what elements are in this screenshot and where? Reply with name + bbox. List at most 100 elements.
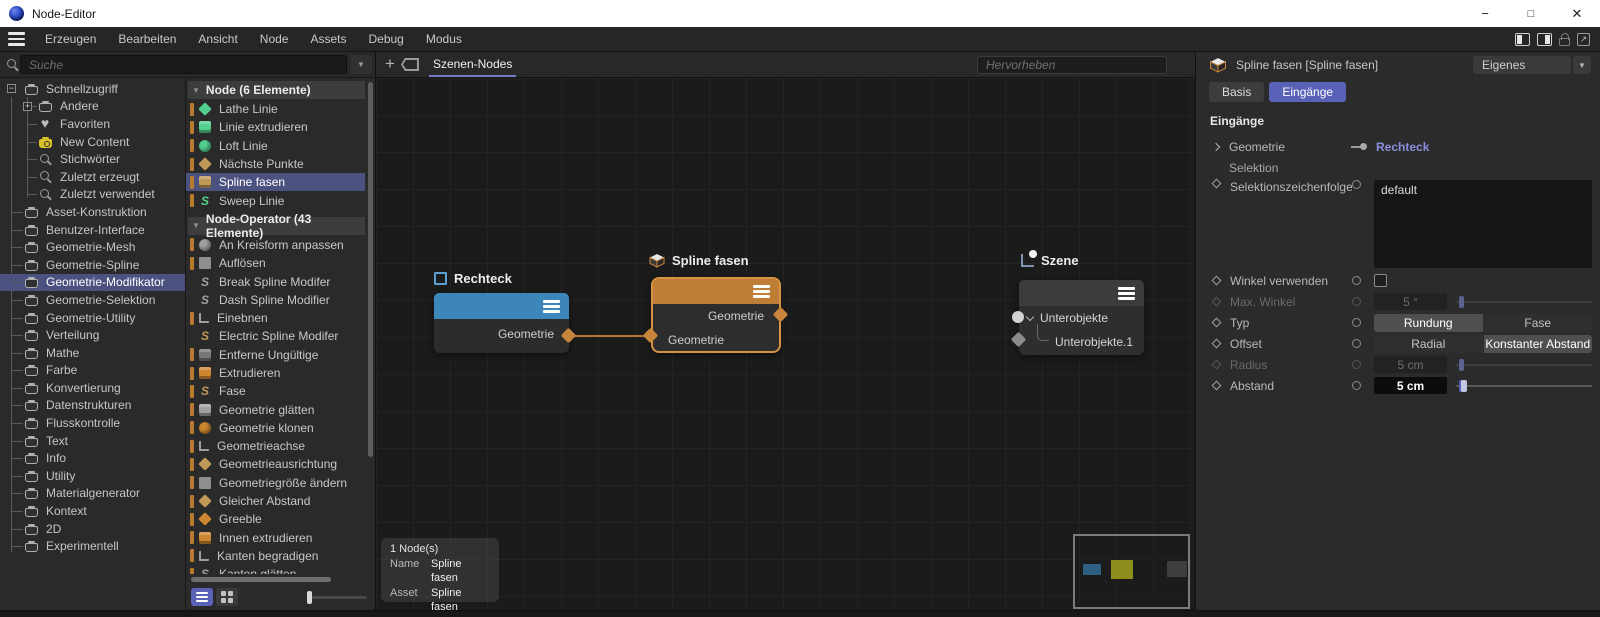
library-item-aufl-sen[interactable]: Auflösen [186,254,365,272]
library-item-spline-fasen[interactable]: Spline fasen [186,173,365,191]
node-menu-icon[interactable] [543,300,560,313]
tab-szenen-nodes[interactable]: Szenen-Nodes [429,52,516,77]
library-item-kanten-gl-tten[interactable]: SKanten glätten [186,565,365,574]
node-tag-icon[interactable] [401,58,419,71]
menu-assets[interactable]: Assets [299,27,357,51]
sidebar-item-datenstrukturen[interactable]: Datenstrukturen [0,397,185,415]
node-rechteck[interactable]: Geometrie [434,293,569,353]
minimap[interactable] [1073,534,1190,609]
sidebar-item-kontext[interactable]: Kontext [0,502,185,520]
node-spline-fasen[interactable]: Geometrie Geometrie [651,277,781,353]
segment-option-radial[interactable]: Radial [1374,335,1483,353]
popout-icon[interactable]: ↗ [1577,33,1590,46]
sidebar-item-benutzer-interface[interactable]: Benutzer-Interface [0,221,185,239]
library-item-greeble[interactable]: Greeble [186,510,365,528]
sidebar-item-konvertierung[interactable]: Konvertierung [0,379,185,397]
slider-radius[interactable] [1456,364,1592,366]
sidebar-item-geometrie-spline[interactable]: Geometrie-Spline [0,256,185,274]
sidebar-item-geometrie-modifikator[interactable]: Geometrie-Modifikator [0,274,185,292]
menu-bearbeiten[interactable]: Bearbeiten [107,27,187,51]
library-item-break-spline-modifer[interactable]: SBreak Spline Modifer [186,272,365,290]
sidebar-item-info[interactable]: Info [0,449,185,467]
library-item-geometriegr-e-ndern[interactable]: Geometriegröße ändern [186,474,365,492]
search-options-button[interactable]: ▼ [350,55,372,74]
node-spline-fasen-header[interactable] [653,279,779,304]
library-item-geometrieachse[interactable]: Geometrieachse [186,437,365,455]
node-szene-header[interactable] [1019,280,1144,306]
menu-erzeugen[interactable]: Erzeugen [34,27,107,51]
library-item-n-chste-punkte[interactable]: Nächste Punkte [186,155,365,173]
library-item-entferne-ung-ltige[interactable]: Entferne Ungültige [186,346,365,364]
expander-icon[interactable]: + [23,102,32,111]
menu-ansicht[interactable]: Ansicht [187,27,248,51]
sidebar-item-utility[interactable]: Utility [0,467,185,485]
slider-handle[interactable] [1461,380,1467,392]
sidebar-item-favoriten[interactable]: ♥Favoriten [0,115,185,133]
highlight-input[interactable] [977,56,1167,74]
library-item-einebnen[interactable]: Einebnen [186,309,365,327]
expand-chevron-icon[interactable] [1212,142,1220,150]
library-item-kanten-begradigen[interactable]: Kanten begradigen [186,547,365,565]
segment-option-rundung[interactable]: Rundung [1374,314,1483,332]
menu-node[interactable]: Node [249,27,300,51]
preset-dropdown-arrow[interactable]: ▼ [1573,56,1591,74]
library-item-geometrie-klonen[interactable]: Geometrie klonen [186,419,365,437]
library-vertical-scrollbar[interactable] [368,82,373,457]
icon-size-slider[interactable] [307,596,367,599]
checkbox-winkel-verwenden[interactable] [1374,274,1387,287]
sidebar-item-verteilung[interactable]: Verteilung [0,326,185,344]
sidebar-item-zuletzt-verwendet[interactable]: Zuletzt verwendet [0,186,185,204]
sidebar-item-materialgenerator[interactable]: Materialgenerator [0,485,185,503]
node-menu-icon[interactable] [753,285,770,298]
toggle-right-panel-icon[interactable] [1537,33,1552,46]
sidebar-item-schnellzugriff[interactable]: −Schnellzugriff [0,80,185,98]
slider-handle[interactable] [1459,359,1464,371]
slider-max-winkel[interactable] [1456,301,1592,303]
library-horizontal-scrollbar[interactable] [191,577,331,582]
sidebar-item-text[interactable]: Text [0,432,185,450]
node-canvas[interactable]: Rechteck Geometrie Spline fasen [376,78,1195,610]
library-item-gleicher-abstand[interactable]: Gleicher Abstand [186,492,365,510]
textarea-selektionszeichenfolge[interactable] [1374,180,1592,268]
chevron-down-icon[interactable] [1026,312,1034,320]
menu-debug[interactable]: Debug [357,27,414,51]
minimize-button[interactable]: − [1462,0,1508,27]
sidebar-item-experimentell[interactable]: Experimentell [0,537,185,555]
library-item-sweep-linie[interactable]: SSweep Linie [186,191,365,209]
node-menu-icon[interactable] [1118,287,1135,300]
add-tab-button[interactable]: + [385,54,395,74]
value-field-max-winkel[interactable]: 5 ° [1374,293,1447,310]
expander-icon[interactable]: − [7,84,16,93]
sidebar-item-stichw-rter[interactable]: Stichwörter [0,150,185,168]
slider-handle[interactable] [1459,296,1464,308]
linked-node-value[interactable]: Rechteck [1376,140,1429,154]
tab-basis[interactable]: Basis [1209,82,1264,102]
library-group-header[interactable]: ▼Node-Operator (43 Elemente) [188,217,365,235]
sidebar-item-flusskontrolle[interactable]: Flusskontrolle [0,414,185,432]
sidebar-item-geometrie-utility[interactable]: Geometrie-Utility [0,309,185,327]
preset-dropdown[interactable]: Eigenes [1473,56,1571,74]
library-item-electric-spline-modifer[interactable]: SElectric Spline Modifer [186,327,365,345]
list-view-button[interactable] [191,588,213,606]
segment-option-fase[interactable]: Fase [1484,314,1593,332]
node-rechteck-header[interactable] [434,293,569,319]
maximize-button[interactable]: □ [1508,0,1554,27]
sidebar-item-asset-konstruktion[interactable]: Asset-Konstruktion [0,203,185,221]
library-item-dash-spline-modifier[interactable]: SDash Spline Modifier [186,291,365,309]
close-button[interactable]: ✕ [1554,0,1600,27]
sidebar-item-mathe[interactable]: Mathe [0,344,185,362]
library-item-geometrie-gl-tten[interactable]: Geometrie glätten [186,400,365,418]
value-field-radius[interactable]: 5 cm [1374,356,1447,373]
lock-icon[interactable] [1559,38,1570,46]
segment-option-konstanter-abstand[interactable]: Konstanter Abstand [1484,335,1593,353]
library-item-innen-extrudieren[interactable]: Innen extrudieren [186,529,365,547]
library-item-loft-linie[interactable]: Loft Linie [186,137,365,155]
search-input[interactable] [20,55,347,74]
library-item-linie-extrudieren[interactable]: Linie extrudieren [186,118,365,136]
slider-abstand[interactable] [1456,385,1592,387]
menu-modus[interactable]: Modus [415,27,473,51]
toggle-left-panel-icon[interactable] [1515,33,1530,46]
tab-eingänge[interactable]: Eingänge [1269,82,1346,102]
sidebar-item-farbe[interactable]: Farbe [0,362,185,380]
sidebar-item-2d[interactable]: 2D [0,520,185,538]
